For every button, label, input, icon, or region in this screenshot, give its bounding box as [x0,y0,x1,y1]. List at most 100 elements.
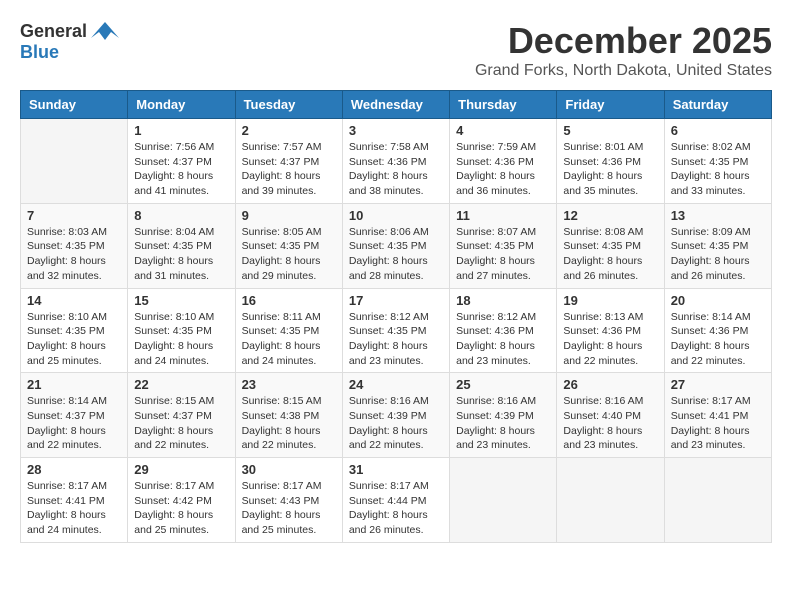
calendar-day-6: 6 Sunrise: 8:02 AM Sunset: 4:35 PM Daylig… [664,119,771,204]
calendar-week-row: 7 Sunrise: 8:03 AM Sunset: 4:35 PM Daylig… [21,203,772,288]
day-info: Sunrise: 8:15 AM Sunset: 4:38 PM Dayligh… [242,394,336,453]
calendar-day-24: 24 Sunrise: 8:16 AM Sunset: 4:39 PM Dayli… [342,373,449,458]
day-info: Sunrise: 8:10 AM Sunset: 4:35 PM Dayligh… [134,310,228,369]
calendar-day-10: 10Sunrise: 8:06 AM Sunset: 4:35 PM Dayli… [342,203,449,288]
calendar-week-row: 21Sunrise: 8:14 AM Sunset: 4:37 PM Dayli… [21,373,772,458]
calendar-day-9: 9 Sunrise: 8:05 AM Sunset: 4:35 PM Daylig… [235,203,342,288]
day-info: Sunrise: 8:11 AM Sunset: 4:35 PM Dayligh… [242,310,336,369]
day-info: Sunrise: 8:17 AM Sunset: 4:41 PM Dayligh… [671,394,765,453]
day-info: Sunrise: 7:56 AM Sunset: 4:37 PM Dayligh… [134,140,228,199]
calendar-day-27: 27 Sunrise: 8:17 AM Sunset: 4:41 PM Dayli… [664,373,771,458]
calendar-day-20: 20 Sunrise: 8:14 AM Sunset: 4:36 PM Dayli… [664,288,771,373]
page-header: General Blue December 2025 Grand Forks, … [20,20,772,80]
day-number: 30 [242,462,336,477]
day-info: Sunrise: 7:59 AM Sunset: 4:36 PM Dayligh… [456,140,550,199]
day-info: Sunrise: 8:09 AM Sunset: 4:35 PM Dayligh… [671,225,765,284]
day-info: Sunrise: 8:02 AM Sunset: 4:35 PM Dayligh… [671,140,765,199]
day-info: Sunrise: 8:17 AM Sunset: 4:43 PM Dayligh… [242,479,336,538]
logo-blue-text: Blue [20,42,59,62]
day-number: 15 [134,293,228,308]
day-number: 31 [349,462,443,477]
day-header-saturday: Saturday [664,91,771,119]
calendar-day-8: 8 Sunrise: 8:04 AM Sunset: 4:35 PM Daylig… [128,203,235,288]
day-number: 28 [27,462,121,477]
day-number: 24 [349,377,443,392]
day-info: Sunrise: 8:03 AM Sunset: 4:35 PM Dayligh… [27,225,121,284]
day-info: Sunrise: 8:17 AM Sunset: 4:42 PM Dayligh… [134,479,228,538]
day-number: 12 [563,208,657,223]
day-number: 3 [349,123,443,138]
calendar-day-23: 23 Sunrise: 8:15 AM Sunset: 4:38 PM Dayli… [235,373,342,458]
calendar-empty-cell [557,458,664,543]
day-info: Sunrise: 8:07 AM Sunset: 4:35 PM Dayligh… [456,225,550,284]
day-number: 16 [242,293,336,308]
day-number: 5 [563,123,657,138]
day-header-tuesday: Tuesday [235,91,342,119]
day-info: Sunrise: 8:04 AM Sunset: 4:35 PM Dayligh… [134,225,228,284]
calendar-day-12: 12 Sunrise: 8:08 AM Sunset: 4:35 PM Dayli… [557,203,664,288]
calendar-header-row: SundayMondayTuesdayWednesdayThursdayFrid… [21,91,772,119]
day-number: 25 [456,377,550,392]
day-header-friday: Friday [557,91,664,119]
day-info: Sunrise: 8:08 AM Sunset: 4:35 PM Dayligh… [563,225,657,284]
day-info: Sunrise: 8:13 AM Sunset: 4:36 PM Dayligh… [563,310,657,369]
calendar-day-15: 15 Sunrise: 8:10 AM Sunset: 4:35 PM Dayli… [128,288,235,373]
day-header-wednesday: Wednesday [342,91,449,119]
day-info: Sunrise: 8:14 AM Sunset: 4:36 PM Dayligh… [671,310,765,369]
day-info: Sunrise: 8:17 AM Sunset: 4:41 PM Dayligh… [27,479,121,538]
calendar-day-21: 21Sunrise: 8:14 AM Sunset: 4:37 PM Dayli… [21,373,128,458]
day-header-monday: Monday [128,91,235,119]
calendar-week-row: 28 Sunrise: 8:17 AM Sunset: 4:41 PM Dayli… [21,458,772,543]
calendar-day-3: 3Sunrise: 7:58 AM Sunset: 4:36 PM Daylig… [342,119,449,204]
day-number: 7 [27,208,121,223]
day-number: 19 [563,293,657,308]
day-number: 11 [456,208,550,223]
calendar-day-2: 2 Sunrise: 7:57 AM Sunset: 4:37 PM Daylig… [235,119,342,204]
day-number: 2 [242,123,336,138]
calendar-day-26: 26Sunrise: 8:16 AM Sunset: 4:40 PM Dayli… [557,373,664,458]
day-number: 27 [671,377,765,392]
day-number: 21 [27,377,121,392]
calendar-week-row: 1Sunrise: 7:56 AM Sunset: 4:37 PM Daylig… [21,119,772,204]
calendar-day-18: 18Sunrise: 8:12 AM Sunset: 4:36 PM Dayli… [450,288,557,373]
calendar-day-11: 11 Sunrise: 8:07 AM Sunset: 4:35 PM Dayli… [450,203,557,288]
day-info: Sunrise: 7:57 AM Sunset: 4:37 PM Dayligh… [242,140,336,199]
day-info: Sunrise: 8:10 AM Sunset: 4:35 PM Dayligh… [27,310,121,369]
day-info: Sunrise: 8:16 AM Sunset: 4:39 PM Dayligh… [456,394,550,453]
calendar-empty-cell [450,458,557,543]
calendar-day-16: 16 Sunrise: 8:11 AM Sunset: 4:35 PM Dayli… [235,288,342,373]
calendar-table: SundayMondayTuesdayWednesdayThursdayFrid… [20,90,772,543]
day-number: 4 [456,123,550,138]
day-number: 10 [349,208,443,223]
calendar-day-25: 25 Sunrise: 8:16 AM Sunset: 4:39 PM Dayli… [450,373,557,458]
day-header-thursday: Thursday [450,91,557,119]
calendar-week-row: 14 Sunrise: 8:10 AM Sunset: 4:35 PM Dayli… [21,288,772,373]
day-info: Sunrise: 8:05 AM Sunset: 4:35 PM Dayligh… [242,225,336,284]
calendar-day-29: 29 Sunrise: 8:17 AM Sunset: 4:42 PM Dayli… [128,458,235,543]
day-info: Sunrise: 8:01 AM Sunset: 4:36 PM Dayligh… [563,140,657,199]
calendar-day-7: 7 Sunrise: 8:03 AM Sunset: 4:35 PM Daylig… [21,203,128,288]
day-header-sunday: Sunday [21,91,128,119]
calendar-day-28: 28 Sunrise: 8:17 AM Sunset: 4:41 PM Dayli… [21,458,128,543]
month-title: December 2025 [475,20,772,62]
day-number: 23 [242,377,336,392]
day-number: 14 [27,293,121,308]
location-title: Grand Forks, North Dakota, United States [475,62,772,80]
day-number: 8 [134,208,228,223]
calendar-day-17: 17 Sunrise: 8:12 AM Sunset: 4:35 PM Dayli… [342,288,449,373]
day-info: Sunrise: 8:16 AM Sunset: 4:39 PM Dayligh… [349,394,443,453]
logo: General Blue [20,20,119,63]
calendar-day-13: 13 Sunrise: 8:09 AM Sunset: 4:35 PM Dayli… [664,203,771,288]
day-number: 9 [242,208,336,223]
calendar-day-30: 30 Sunrise: 8:17 AM Sunset: 4:43 PM Dayli… [235,458,342,543]
day-number: 20 [671,293,765,308]
day-number: 6 [671,123,765,138]
day-number: 13 [671,208,765,223]
day-info: Sunrise: 8:17 AM Sunset: 4:44 PM Dayligh… [349,479,443,538]
day-number: 17 [349,293,443,308]
logo-general-text: General [20,21,87,42]
calendar-day-14: 14 Sunrise: 8:10 AM Sunset: 4:35 PM Dayli… [21,288,128,373]
calendar-empty-cell [664,458,771,543]
day-number: 29 [134,462,228,477]
day-info: Sunrise: 8:12 AM Sunset: 4:35 PM Dayligh… [349,310,443,369]
